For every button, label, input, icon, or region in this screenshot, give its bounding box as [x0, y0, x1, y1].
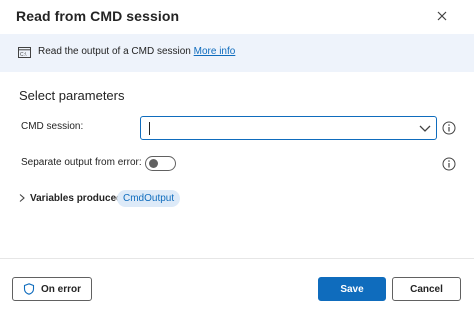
- footer-divider: [0, 258, 474, 259]
- info-bar: C:\ Read the output of a CMD session Mor…: [0, 34, 474, 72]
- cmd-window-icon: C:\: [18, 47, 31, 58]
- dialog-header: Read from CMD session: [0, 0, 474, 34]
- info-circle-icon[interactable]: [442, 157, 456, 171]
- info-circle-icon[interactable]: [442, 121, 456, 135]
- save-button[interactable]: Save: [318, 277, 386, 301]
- svg-text:C:\: C:\: [20, 52, 27, 58]
- section-title: Select parameters: [19, 88, 125, 103]
- variable-chip[interactable]: CmdOutput: [117, 190, 181, 207]
- cancel-button[interactable]: Cancel: [392, 277, 461, 301]
- info-description: Read the output of a CMD session: [38, 46, 194, 57]
- cmd-session-combobox[interactable]: [140, 116, 437, 140]
- separate-output-label: Separate output from error:: [21, 157, 142, 168]
- info-text: Read the output of a CMD session More in…: [38, 46, 235, 57]
- more-info-link[interactable]: More info: [194, 46, 236, 57]
- chevron-right-icon: [19, 194, 25, 202]
- close-icon: [437, 11, 447, 21]
- shield-icon: [23, 283, 35, 295]
- toggle-knob: [149, 159, 158, 168]
- dialog-title: Read from CMD session: [16, 8, 180, 24]
- close-button[interactable]: [432, 6, 452, 26]
- on-error-label: On error: [40, 283, 81, 295]
- cmd-session-label: CMD session:: [21, 121, 84, 132]
- chevron-down-icon[interactable]: [418, 121, 432, 135]
- on-error-button[interactable]: On error: [12, 277, 92, 301]
- text-caret: [149, 122, 150, 135]
- variables-produced-label: Variables produced: [30, 193, 123, 204]
- action-dialog: Read from CMD session C:\ Read the outpu…: [0, 0, 474, 318]
- separate-output-toggle[interactable]: [145, 156, 176, 171]
- cmd-session-input[interactable]: [145, 119, 405, 137]
